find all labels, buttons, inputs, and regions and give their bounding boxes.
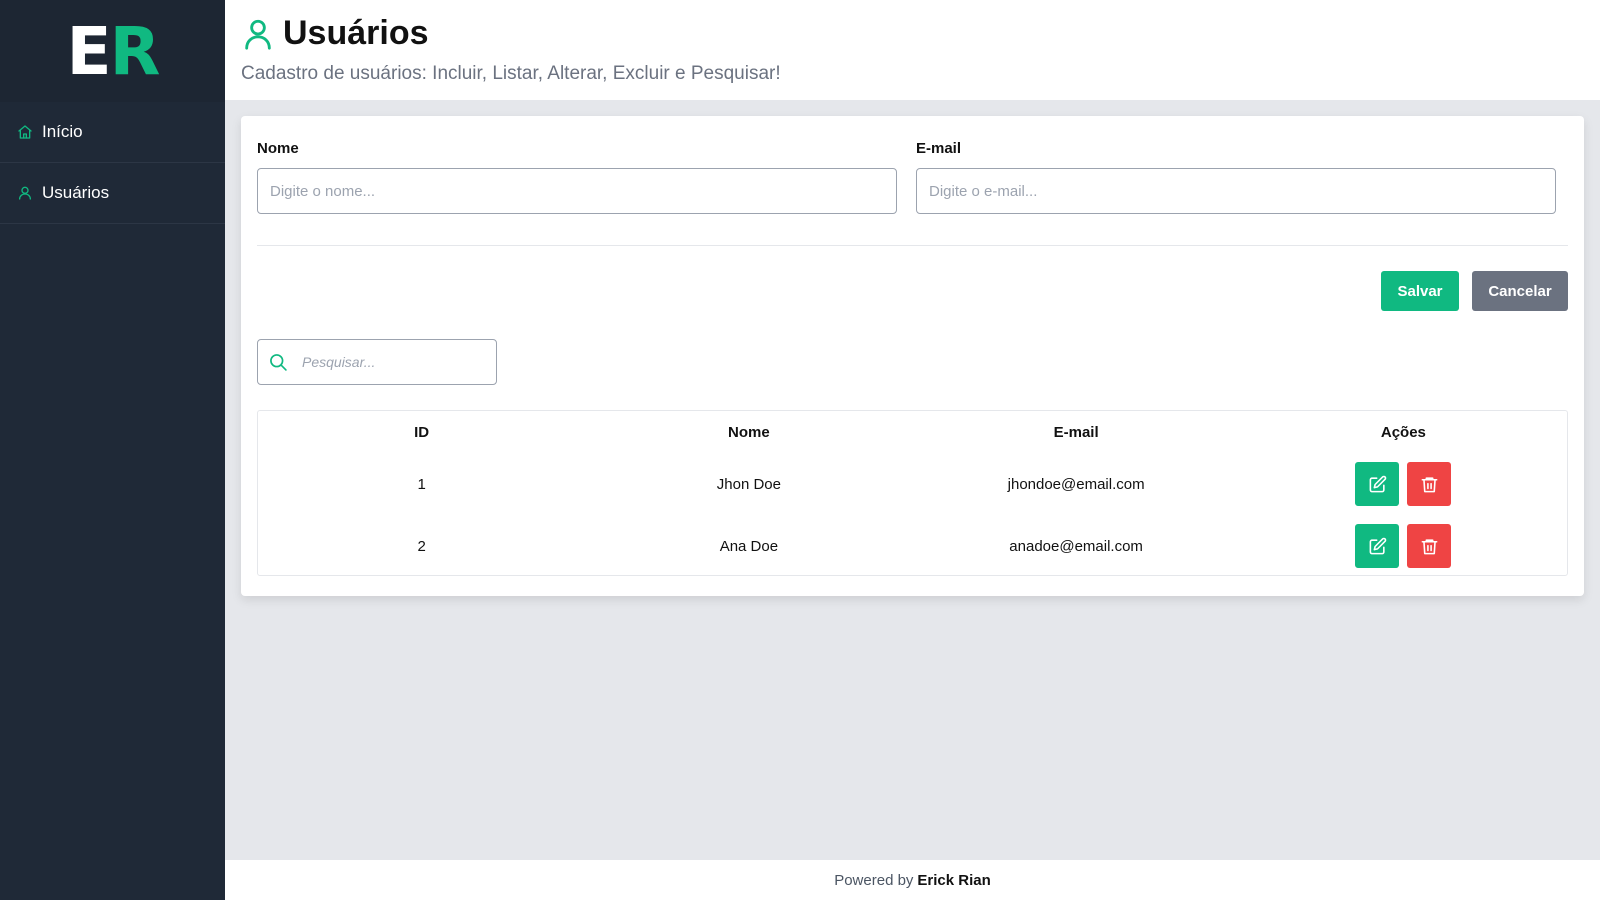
table-header-row: ID Nome E-mail Ações bbox=[258, 411, 1567, 453]
cancel-button[interactable]: Cancelar bbox=[1472, 271, 1568, 311]
logo[interactable]: ER bbox=[0, 0, 225, 102]
logo-letter-e: E bbox=[66, 12, 112, 90]
footer: Powered by Erick Rian bbox=[225, 860, 1600, 900]
email-field-group: E-mail bbox=[916, 140, 1556, 214]
cell-name: Jhon Doe bbox=[716, 475, 781, 493]
delete-button[interactable] bbox=[1407, 462, 1452, 506]
edit-button[interactable] bbox=[1355, 462, 1400, 506]
cell-id: 2 bbox=[417, 537, 426, 555]
cell-email: anadoe@email.com bbox=[1009, 537, 1143, 555]
table-row: 1 Jhon Doe jhondoe@email.com bbox=[258, 453, 1567, 515]
cell-name: Ana Doe bbox=[719, 537, 779, 555]
email-label: E-mail bbox=[916, 140, 962, 157]
footer-author: Erick Rian bbox=[917, 871, 991, 889]
cell-id: 1 bbox=[417, 475, 426, 493]
users-table: ID Nome E-mail Ações 1 Jhon Doe jhondoe@… bbox=[257, 410, 1568, 576]
sidebar-item-usuarios[interactable]: Usuários bbox=[0, 163, 225, 224]
divider bbox=[257, 245, 1568, 246]
page-header: Usuários Cadastro de usuários: Incluir, … bbox=[225, 0, 1600, 100]
column-header-id: ID bbox=[414, 423, 430, 441]
search-icon bbox=[270, 354, 287, 371]
user-form-card: Nome E-mail Salvar Cancelar ID Nome E-ma… bbox=[241, 116, 1584, 596]
name-input[interactable] bbox=[257, 168, 897, 214]
title-row: Usuários bbox=[241, 14, 1600, 53]
sidebar-item-label: Usuários bbox=[42, 183, 110, 202]
email-input[interactable] bbox=[916, 168, 1556, 214]
page-subtitle: Cadastro de usuários: Incluir, Listar, A… bbox=[241, 63, 781, 84]
column-header-acoes: Ações bbox=[1380, 423, 1426, 441]
column-header-nome: Nome bbox=[728, 423, 770, 441]
cell-email: jhondoe@email.com bbox=[1007, 475, 1145, 493]
column-header-email: E-mail bbox=[1053, 423, 1099, 441]
cell-actions bbox=[1240, 515, 1567, 577]
edit-icon bbox=[1369, 537, 1387, 554]
user-icon bbox=[19, 186, 31, 200]
footer-prefix: Powered by bbox=[834, 871, 914, 889]
logo-letter-r: R bbox=[109, 12, 161, 90]
cell-actions bbox=[1240, 453, 1567, 515]
edit-button[interactable] bbox=[1355, 524, 1400, 568]
sidebar: ER Início Usuários bbox=[0, 0, 225, 900]
user-icon bbox=[245, 19, 271, 50]
edit-icon bbox=[1369, 475, 1387, 492]
name-field-group: Nome bbox=[257, 140, 897, 214]
delete-button[interactable] bbox=[1407, 524, 1452, 568]
sidebar-item-inicio[interactable]: Início bbox=[0, 102, 225, 163]
search-box[interactable] bbox=[257, 339, 497, 385]
name-label: Nome bbox=[257, 140, 299, 157]
sidebar-item-label: Início bbox=[42, 122, 83, 141]
table-row: 2 Ana Doe anadoe@email.com bbox=[258, 515, 1567, 577]
trash-icon bbox=[1421, 538, 1438, 554]
save-button[interactable]: Salvar bbox=[1381, 271, 1459, 311]
page-title: Usuários bbox=[283, 14, 429, 52]
search-input[interactable] bbox=[302, 354, 482, 370]
home-icon bbox=[18, 125, 32, 139]
trash-icon bbox=[1421, 476, 1438, 492]
